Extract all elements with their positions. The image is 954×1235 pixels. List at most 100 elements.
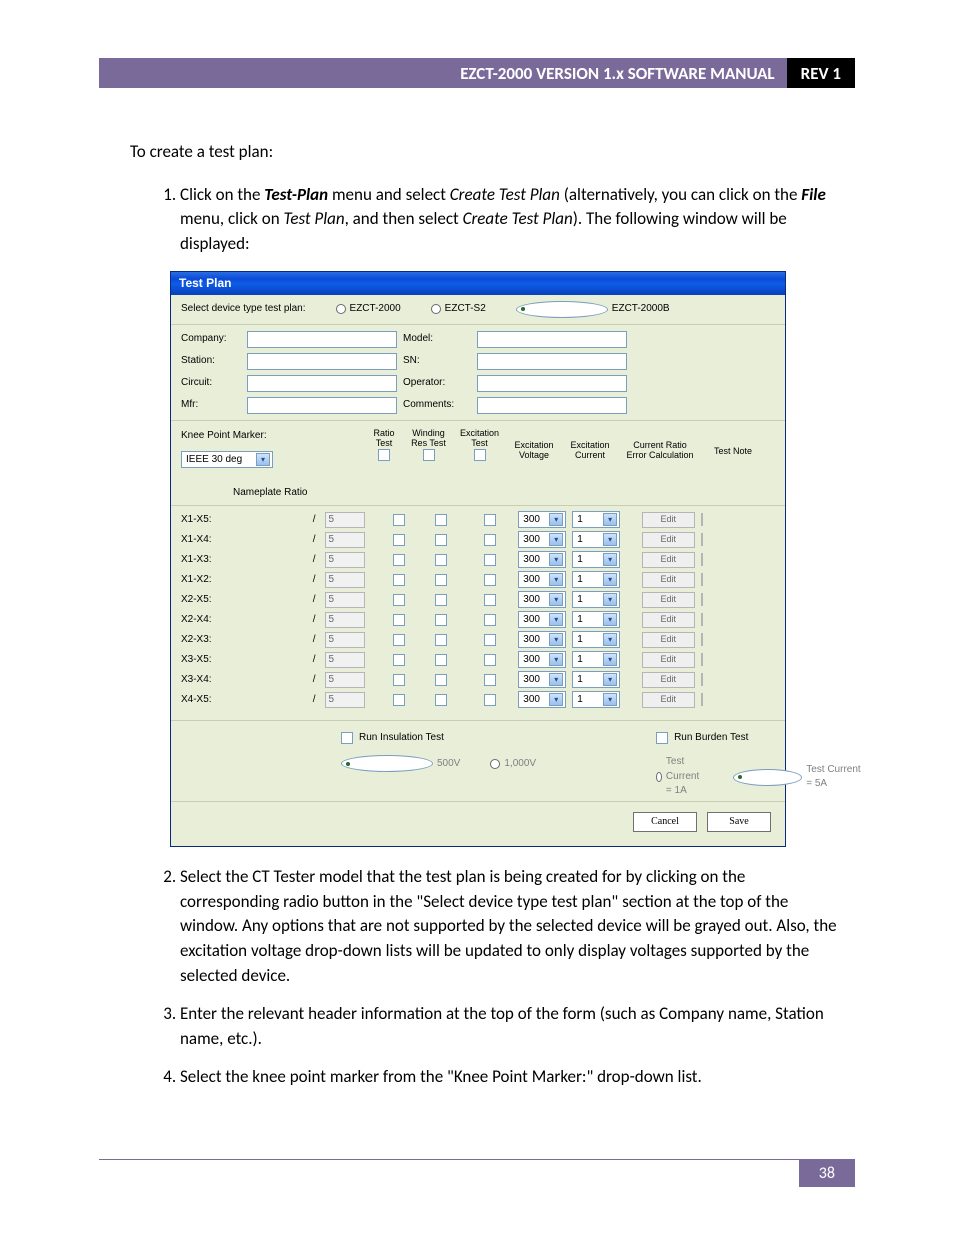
- radio-1a[interactable]: Test Current = 1A: [656, 755, 703, 799]
- excitation-checkbox[interactable]: [484, 534, 496, 546]
- ratio-checkbox[interactable]: [393, 574, 405, 586]
- excitation-current-select[interactable]: 1▾: [572, 551, 620, 568]
- model-input[interactable]: [477, 331, 627, 348]
- nameplate-value[interactable]: 5: [325, 692, 365, 708]
- ratio-checkbox[interactable]: [393, 674, 405, 686]
- excitation-checkbox[interactable]: [484, 674, 496, 686]
- ratio-checkbox[interactable]: [393, 514, 405, 526]
- winding-checkbox[interactable]: [435, 554, 447, 566]
- test-note-field[interactable]: [701, 673, 703, 686]
- nameplate-value[interactable]: 5: [325, 652, 365, 668]
- operator-input[interactable]: [477, 375, 627, 392]
- nameplate-value[interactable]: 5: [325, 632, 365, 648]
- excitation-current-select[interactable]: 1▾: [572, 531, 620, 548]
- nameplate-value[interactable]: 5: [325, 592, 365, 608]
- excitation-checkbox[interactable]: [484, 554, 496, 566]
- edit-button[interactable]: Edit: [642, 652, 695, 668]
- radio-ezct-2000b[interactable]: EZCT-2000B: [516, 301, 670, 318]
- excitation-voltage-select[interactable]: 300▾: [518, 551, 566, 568]
- excitation-voltage-select[interactable]: 300▾: [518, 631, 566, 648]
- nameplate-value[interactable]: 5: [325, 672, 365, 688]
- excitation-checkbox[interactable]: [484, 654, 496, 666]
- excitation-voltage-select[interactable]: 300▾: [518, 611, 566, 628]
- excitation-voltage-select[interactable]: 300▾: [518, 511, 566, 528]
- ratio-checkbox[interactable]: [393, 534, 405, 546]
- winding-checkbox[interactable]: [435, 634, 447, 646]
- nameplate-value[interactable]: 5: [325, 612, 365, 628]
- checkbox[interactable]: [474, 449, 486, 461]
- excitation-current-select[interactable]: 1▾: [572, 691, 620, 708]
- edit-button[interactable]: Edit: [642, 692, 695, 708]
- excitation-checkbox[interactable]: [484, 514, 496, 526]
- ratio-checkbox[interactable]: [393, 634, 405, 646]
- test-note-field[interactable]: [701, 593, 703, 606]
- excitation-checkbox[interactable]: [484, 634, 496, 646]
- cancel-button[interactable]: Cancel: [633, 812, 697, 832]
- test-note-field[interactable]: [701, 513, 703, 526]
- excitation-current-select[interactable]: 1▾: [572, 571, 620, 588]
- winding-checkbox[interactable]: [435, 654, 447, 666]
- station-input[interactable]: [247, 353, 397, 370]
- edit-button[interactable]: Edit: [642, 532, 695, 548]
- winding-checkbox[interactable]: [435, 614, 447, 626]
- edit-button[interactable]: Edit: [642, 612, 695, 628]
- nameplate-value[interactable]: 5: [325, 512, 365, 528]
- excitation-current-select[interactable]: 1▾: [572, 671, 620, 688]
- radio-500v[interactable]: 500V: [341, 755, 460, 772]
- edit-button[interactable]: Edit: [642, 592, 695, 608]
- test-note-field[interactable]: [701, 633, 703, 646]
- ratio-checkbox[interactable]: [393, 594, 405, 606]
- run-burden-checkbox[interactable]: [656, 732, 668, 744]
- winding-checkbox[interactable]: [435, 594, 447, 606]
- comments-input[interactable]: [477, 397, 627, 414]
- ratio-checkbox[interactable]: [393, 694, 405, 706]
- nameplate-value[interactable]: 5: [325, 532, 365, 548]
- edit-button[interactable]: Edit: [642, 512, 695, 528]
- edit-button[interactable]: Edit: [642, 572, 695, 588]
- edit-button[interactable]: Edit: [642, 672, 695, 688]
- radio-ezct-s2[interactable]: EZCT-S2: [431, 302, 486, 317]
- excitation-current-select[interactable]: 1▾: [572, 591, 620, 608]
- radio-ezct-2000[interactable]: EZCT-2000: [336, 302, 401, 317]
- edit-button[interactable]: Edit: [642, 552, 695, 568]
- excitation-current-select[interactable]: 1▾: [572, 651, 620, 668]
- sn-input[interactable]: [477, 353, 627, 370]
- excitation-voltage-select[interactable]: 300▾: [518, 571, 566, 588]
- test-note-field[interactable]: [701, 553, 703, 566]
- excitation-checkbox[interactable]: [484, 694, 496, 706]
- excitation-checkbox[interactable]: [484, 594, 496, 606]
- checkbox[interactable]: [423, 449, 435, 461]
- run-insulation-checkbox[interactable]: [341, 732, 353, 744]
- test-note-field[interactable]: [701, 533, 703, 546]
- excitation-voltage-select[interactable]: 300▾: [518, 591, 566, 608]
- excitation-checkbox[interactable]: [484, 614, 496, 626]
- company-input[interactable]: [247, 331, 397, 348]
- mfr-input[interactable]: [247, 397, 397, 414]
- excitation-current-select[interactable]: 1▾: [572, 611, 620, 628]
- edit-button[interactable]: Edit: [642, 632, 695, 648]
- excitation-voltage-select[interactable]: 300▾: [518, 651, 566, 668]
- circuit-input[interactable]: [247, 375, 397, 392]
- winding-checkbox[interactable]: [435, 694, 447, 706]
- nameplate-value[interactable]: 5: [325, 552, 365, 568]
- winding-checkbox[interactable]: [435, 514, 447, 526]
- radio-1000v[interactable]: 1,000V: [490, 755, 536, 772]
- radio-5a[interactable]: Test Current = 5A: [733, 755, 862, 799]
- test-note-field[interactable]: [701, 693, 703, 706]
- ratio-checkbox[interactable]: [393, 654, 405, 666]
- ratio-checkbox[interactable]: [393, 554, 405, 566]
- knee-point-select[interactable]: IEEE 30 deg▾: [181, 451, 273, 468]
- excitation-current-select[interactable]: 1▾: [572, 511, 620, 528]
- winding-checkbox[interactable]: [435, 534, 447, 546]
- save-button[interactable]: Save: [707, 812, 771, 832]
- nameplate-value[interactable]: 5: [325, 572, 365, 588]
- excitation-current-select[interactable]: 1▾: [572, 631, 620, 648]
- excitation-voltage-select[interactable]: 300▾: [518, 671, 566, 688]
- excitation-checkbox[interactable]: [484, 574, 496, 586]
- checkbox[interactable]: [378, 449, 390, 461]
- winding-checkbox[interactable]: [435, 674, 447, 686]
- excitation-voltage-select[interactable]: 300▾: [518, 531, 566, 548]
- ratio-checkbox[interactable]: [393, 614, 405, 626]
- test-note-field[interactable]: [701, 613, 703, 626]
- excitation-voltage-select[interactable]: 300▾: [518, 691, 566, 708]
